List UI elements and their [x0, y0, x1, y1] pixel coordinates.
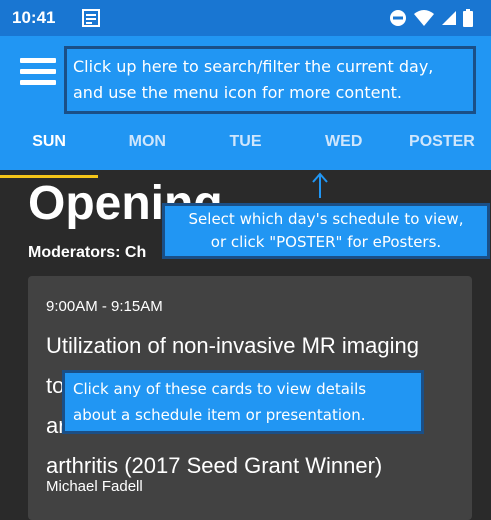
tab-poster[interactable]: POSTER — [393, 122, 491, 170]
arrow-up-icon — [312, 172, 328, 198]
tab-mon[interactable]: MON — [98, 122, 196, 170]
tooltip-line: Click any of these cards to view details — [73, 380, 367, 398]
tooltip-search: Click up here to search/filter the curre… — [64, 46, 476, 114]
tab-wed[interactable]: WED — [295, 122, 393, 170]
wifi-icon — [414, 10, 434, 26]
status-time: 10:41 — [12, 8, 56, 27]
tooltip-line: Select which day's schedule to view, — [188, 210, 464, 228]
tab-sun[interactable]: SUN — [0, 122, 99, 178]
battery-icon — [463, 9, 473, 27]
notification-icon — [82, 9, 100, 32]
tab-tue[interactable]: TUE — [196, 122, 294, 170]
tooltip-line: or click "POSTER" for ePosters. — [210, 233, 442, 251]
do-not-disturb-icon — [390, 10, 406, 26]
status-icons — [389, 9, 473, 27]
card-title-line: Utilization of non-invasive MR imaging — [46, 333, 419, 358]
tooltip-line: Click up here to search/filter the curre… — [73, 57, 434, 76]
tooltip-line: and use the menu icon for more content. — [73, 83, 402, 102]
status-bar: 10:41 — [0, 0, 491, 36]
signal-icon — [442, 11, 456, 25]
day-tabs: SUN MON TUE WED POSTER — [0, 122, 491, 178]
card-time: 9:00AM - 9:15AM — [46, 298, 163, 315]
tooltip-tabs: Select which day's schedule to view, or … — [162, 203, 490, 259]
tooltip-cards: Click any of these cards to view details… — [62, 370, 424, 434]
card-author: Michael Fadell — [46, 478, 143, 495]
menu-icon[interactable] — [20, 58, 56, 86]
tooltip-line: about a schedule item or presentation. — [73, 406, 366, 424]
